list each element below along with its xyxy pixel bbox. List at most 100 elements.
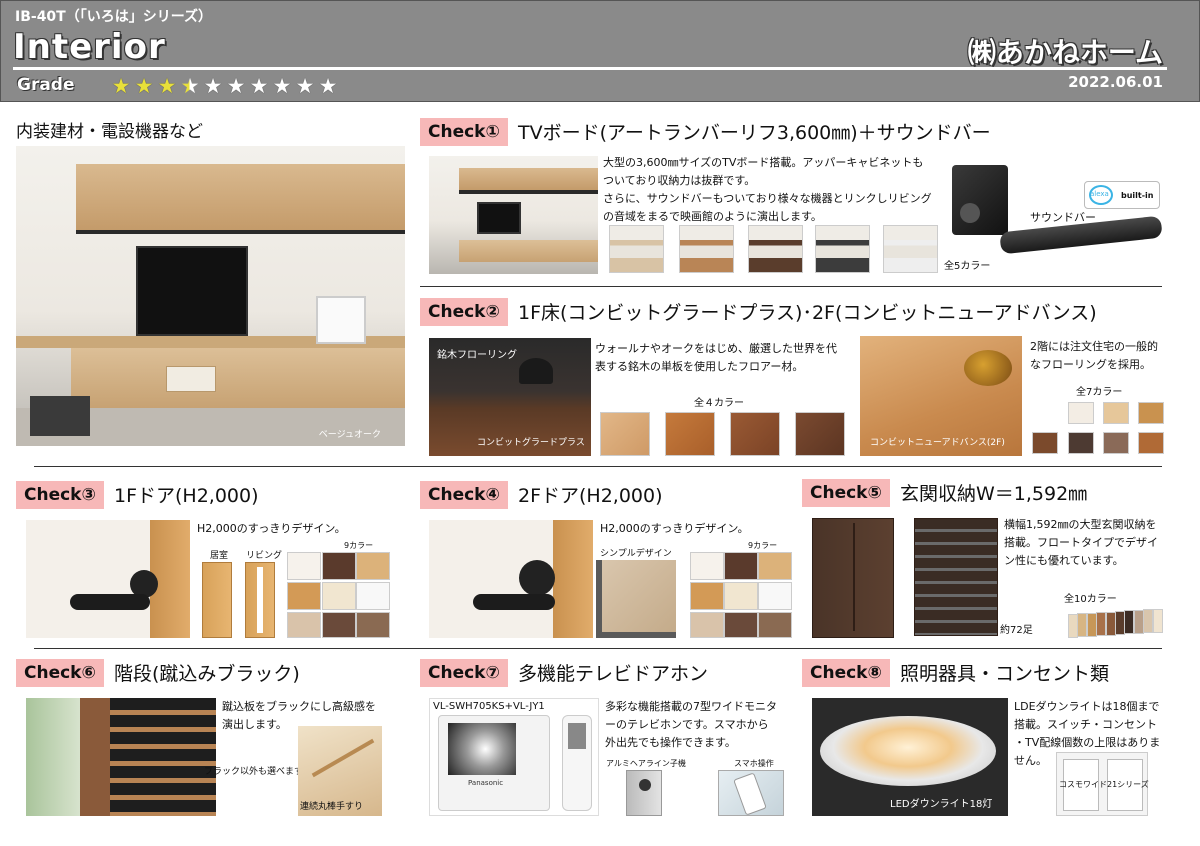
check4-description: H2,000のすっきりデザイン。: [600, 522, 749, 535]
color-swatch: [690, 582, 724, 610]
tv-colors-label: 全5カラー: [944, 261, 991, 272]
color-swatch: [1103, 402, 1129, 424]
panasonic-logo: Panasonic: [468, 779, 504, 787]
check4-title: 2Fドア(H2,000): [518, 485, 663, 507]
simple-design-label: シンプルデザイン: [600, 549, 672, 559]
check8-title: 照明器具・コンセント類: [900, 663, 1110, 685]
color-swatch: [795, 412, 845, 456]
grade-star-icon: ★: [272, 74, 292, 98]
door1-colors-label: 9カラー: [344, 541, 374, 550]
color-swatch: [758, 612, 792, 638]
divider: [34, 648, 1162, 649]
grade-star-icon: ★: [295, 74, 315, 98]
grade-star-icon: ★: [318, 74, 338, 98]
color-swatch: [724, 582, 758, 610]
color-swatch: [356, 552, 390, 580]
smartphone-photo: [718, 770, 784, 816]
model-name: IB-40T（「いろは」シリーズ）: [15, 9, 213, 25]
check2-description-1f: ウォールナやオークをはじめ、厳選した世界を代 表する銘木の単板を使用したフロアー…: [595, 342, 837, 373]
color-swatch: [690, 552, 724, 580]
color-swatch: [730, 412, 780, 456]
tv-board-color-thumb: [748, 225, 803, 273]
grade-star-icon: ★: [111, 74, 131, 98]
check8-badge: Check⑧: [802, 659, 890, 687]
door-1f-living: [245, 562, 275, 638]
check7-description: 多彩な機能搭載の7型ワイドモニタ ーのテレビホンです。スマホから 外出先でも操作…: [605, 700, 777, 749]
check3-badge: Check③: [16, 481, 104, 509]
tv-board-main-photo: ベージュオーク: [16, 146, 405, 446]
switch-photo: コスモワイド21シリーズ: [1056, 752, 1149, 816]
cabinet-colors-label: 全10カラー: [1064, 594, 1117, 605]
divider: [34, 466, 1162, 467]
downlight-photo: LEDダウンライト18灯: [812, 698, 1008, 816]
grade-star-icon: ★: [226, 74, 246, 98]
smartphone-label: スマホ操作: [734, 759, 774, 768]
door-unit: [626, 770, 662, 816]
door-unit-label: アルミヘアライン子機: [606, 759, 686, 768]
color-swatch: [690, 612, 724, 638]
check7-title: 多機能テレビドアホン: [518, 663, 709, 685]
company-name: ㈱あかねホーム: [967, 36, 1163, 69]
color-swatch: [1032, 432, 1058, 454]
door2-colors-label: 9カラー: [748, 541, 778, 550]
cabinet-color-swatch: [1152, 608, 1163, 633]
floor-photo-1f: 銘木フローリング コンビットグラードプラス: [429, 338, 591, 456]
color-swatch: [758, 582, 792, 610]
check5-badge: Check⑤: [802, 479, 890, 507]
color-swatch: [322, 552, 356, 580]
door-label-room: 居室: [210, 551, 229, 561]
check2-badge: Check②: [420, 298, 508, 326]
check7-badge: Check⑦: [420, 659, 508, 687]
shoe-cabinet-open: [914, 518, 998, 636]
check4-badge: Check④: [420, 481, 508, 509]
color-swatch: [1138, 432, 1164, 454]
grade-star-icon: ★: [178, 74, 201, 98]
grade-label: Grade: [17, 75, 75, 95]
door-1f-room: [202, 562, 232, 638]
page-title: Interior: [13, 27, 166, 67]
check5-title: 玄関収納W＝1,592㎜: [900, 483, 1088, 505]
color-swatch: [356, 612, 390, 638]
check2-description-2f: 2階には注文住宅の一般的 なフローリングを採用。: [1030, 340, 1158, 371]
intercom-photo: VL-SWH705KS+VL-JY1 Panasonic: [429, 698, 599, 816]
color-swatch: [287, 582, 321, 610]
grade-star-icon: ★: [134, 74, 154, 98]
grade-star-icon: ★: [203, 74, 223, 98]
divider: [420, 286, 1162, 287]
grade-stars: ★ ★ ★ ★ ★ ★ ★ ★ ★ ★: [109, 74, 339, 98]
door-2f-handle-photo: [429, 520, 593, 638]
check3-description: H2,000のすっきりデザイン。: [197, 522, 346, 535]
subwoofer: [952, 165, 1008, 235]
photo-caption: ベージュオーク: [318, 430, 381, 440]
shoes-count-label: 約72足: [1000, 625, 1033, 636]
check1-description: 大型の3,600㎜サイズのTVボード搭載。アッパーキャビネットも ついており収納…: [603, 156, 932, 223]
check6-badge: Check⑥: [16, 659, 104, 687]
floor2-colors-label: 全7カラー: [1076, 387, 1123, 398]
color-swatch: [1138, 402, 1164, 424]
tv-board-color-thumb: [679, 225, 734, 273]
issue-date: 2022.06.01: [1068, 73, 1163, 91]
left-heading: 内装建材・電設機器など: [16, 122, 203, 142]
check2-title: 1F床(コンビットグラードプラス)･2F(コンビットニューアドバンス): [518, 302, 1097, 324]
alexa-badge: alexa built-in: [1084, 181, 1160, 209]
tv-board-color-thumb: [883, 225, 938, 273]
tv-board-color-thumb: [815, 225, 870, 273]
check5-description: 横幅1,592㎜の大型玄関収納を 搭載。フロートタイプでデザイ ン性にも優れてい…: [1004, 518, 1158, 567]
floor1-colors-label: 全４カラー: [694, 398, 744, 409]
color-swatch: [287, 552, 321, 580]
color-swatch: [287, 612, 321, 638]
stairs-other-label: ブラック以外も選べます: [204, 767, 304, 777]
header: IB-40T（「いろは」シリーズ） Interior Grade ★ ★ ★ ★ ★ ★ ★…: [0, 0, 1200, 102]
check6-title: 階段(蹴込みブラック): [114, 663, 300, 685]
floor-photo-2f: コンビットニューアドバンス(2F): [860, 336, 1022, 456]
door-label-living: リビング: [246, 551, 283, 561]
color-swatch: [724, 612, 758, 638]
color-swatch: [665, 412, 715, 456]
color-swatch: [1103, 432, 1129, 454]
grade-star-icon: ★: [157, 74, 177, 98]
color-swatch: [356, 582, 390, 610]
color-swatch: [758, 552, 792, 580]
color-swatch: [724, 552, 758, 580]
color-swatch: [1068, 432, 1094, 454]
check3-title: 1Fドア(H2,000): [114, 485, 259, 507]
